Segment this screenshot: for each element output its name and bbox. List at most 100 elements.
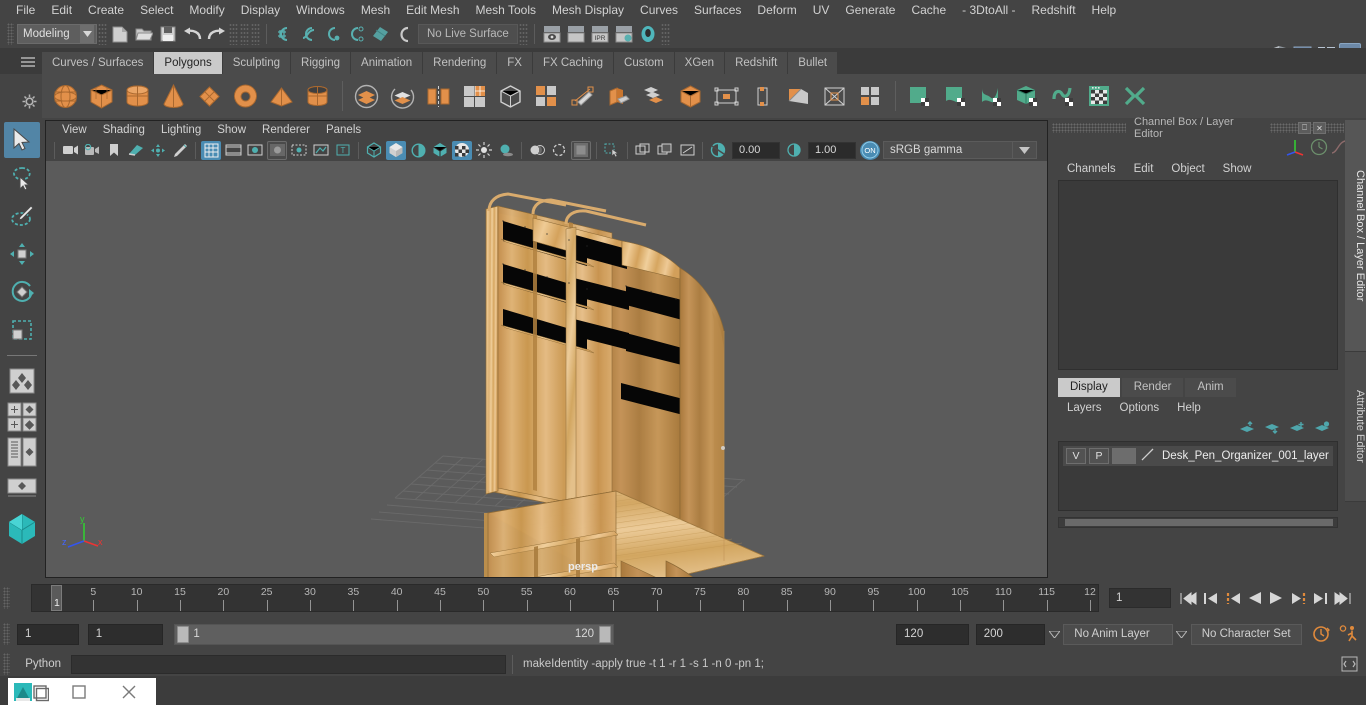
color-management-toggle-icon[interactable]: ON (860, 140, 880, 160)
grease-pencil-icon[interactable] (170, 141, 190, 160)
select-tool-button[interactable] (4, 122, 40, 158)
shelf-tab-polygons[interactable]: Polygons (154, 52, 223, 74)
wireframe-on-shaded-icon[interactable] (430, 141, 450, 160)
channel-box-menu-object[interactable]: Object (1162, 163, 1213, 175)
character-set-select[interactable]: No Character Set (1190, 623, 1303, 645)
step-forward-frame-button[interactable] (1311, 588, 1330, 608)
smooth-proxy-icon[interactable] (493, 78, 527, 114)
layer-visibility-toggle[interactable]: V (1066, 448, 1086, 464)
exposure-icon[interactable] (708, 141, 728, 160)
gamma-field[interactable]: 1.00 (808, 141, 856, 159)
layer-name-label[interactable]: Desk_Pen_Organizer_001_layer (1156, 450, 1329, 462)
shade-options-icon[interactable] (408, 141, 428, 160)
nurbs-cube-icon[interactable] (1010, 78, 1044, 114)
extrude-icon[interactable] (601, 78, 635, 114)
camera-attributes-icon[interactable] (82, 141, 102, 160)
layer-list-scrollbar[interactable] (1058, 517, 1338, 528)
shelf-tab-rendering[interactable]: Rendering (423, 52, 498, 74)
menu-deform[interactable]: Deform (749, 0, 804, 20)
panel-close-icon[interactable]: ✕ (1313, 122, 1326, 134)
render-sequence-icon[interactable] (565, 23, 587, 45)
poly-sphere-icon[interactable] (48, 78, 82, 114)
reduce-icon[interactable] (529, 78, 563, 114)
step-back-frame-button[interactable] (1201, 588, 1220, 608)
mirror-geometry-icon[interactable] (421, 78, 455, 114)
resolution-gate-icon[interactable] (245, 141, 265, 160)
menu-select[interactable]: Select (132, 0, 181, 20)
xray-icon[interactable] (311, 141, 331, 160)
viewport-menu-panels[interactable]: Panels (318, 121, 369, 139)
step-forward-key-button[interactable] (1289, 588, 1308, 608)
layer-menu-help[interactable]: Help (1168, 402, 1210, 414)
use-default-lighting-icon[interactable] (474, 141, 494, 160)
shelf-tab-sculpting[interactable]: Sculpting (222, 52, 292, 74)
auto-keyframe-toggle-icon[interactable] (1310, 624, 1332, 644)
snap-to-curve-icon[interactable] (297, 23, 319, 45)
live-surface-field[interactable]: No Live Surface (418, 24, 518, 44)
range-bar-right-handle[interactable] (599, 625, 612, 643)
poly-cylinder-icon[interactable] (120, 78, 154, 114)
character-set-chevron-down-icon[interactable] (1173, 630, 1191, 638)
shelf-tab-curves-surfaces[interactable]: Curves / Surfaces (42, 52, 155, 74)
outliner-persp-layout-button[interactable] (4, 435, 40, 469)
layer-tab-anim[interactable]: Anim (1185, 378, 1236, 397)
append-to-polygon-icon[interactable] (745, 78, 779, 114)
poly-cube-icon[interactable] (84, 78, 118, 114)
command-line-grip[interactable] (3, 653, 10, 675)
layer-row[interactable]: V P Desk_Pen_Organizer_001_layer (1063, 446, 1333, 466)
shelf-tab-xgen[interactable]: XGen (674, 52, 726, 74)
quick-layout-buttons[interactable] (4, 401, 40, 433)
film-gate-icon[interactable] (223, 141, 243, 160)
last-tool-used-button[interactable] (4, 363, 40, 399)
wireframe-shading-icon[interactable] (364, 141, 384, 160)
undo-icon[interactable] (181, 23, 203, 45)
play-backwards-button[interactable] (1245, 588, 1264, 608)
shelf-tab-redshift[interactable]: Redshift (725, 52, 789, 74)
snap-to-projected-center-icon[interactable] (345, 23, 367, 45)
shelf-tab-fx-caching[interactable]: FX Caching (532, 52, 615, 74)
smooth-shade-all-icon[interactable] (386, 140, 406, 160)
menu-3dtoall[interactable]: - 3DtoAll - (954, 0, 1023, 20)
channel-box-menu-edit[interactable]: Edit (1125, 163, 1163, 175)
sculpt-surface-icon[interactable] (938, 78, 972, 114)
menu-mesh[interactable]: Mesh (353, 0, 398, 20)
channel-box-menu-show[interactable]: Show (1214, 163, 1261, 175)
layer-tab-display[interactable]: Display (1058, 378, 1120, 397)
open-scene-icon[interactable] (133, 23, 155, 45)
panel-float-icon[interactable]: ⎕ (1298, 122, 1311, 134)
render-current-frame-icon[interactable] (541, 23, 563, 45)
command-language-label[interactable]: Python (13, 658, 71, 670)
poly-torus-icon[interactable] (228, 78, 262, 114)
rotate-tool-button[interactable] (4, 274, 40, 310)
uv-unfold-icon[interactable] (1118, 78, 1152, 114)
menu-curves[interactable]: Curves (632, 0, 686, 20)
shadows-icon[interactable] (496, 141, 516, 160)
maya-app-icon[interactable] (8, 678, 54, 705)
shelf-tab-rigging[interactable]: Rigging (291, 52, 352, 74)
grid-toggle-icon[interactable] (201, 140, 221, 160)
text-overlay-icon[interactable]: T (333, 141, 353, 160)
bookmark-icon[interactable] (104, 141, 124, 160)
create-layer-from-selection-icon[interactable] (1314, 421, 1330, 437)
layer-menu-layers[interactable]: Layers (1058, 402, 1111, 414)
animation-start-time-field[interactable]: 1 (16, 623, 79, 645)
new-scene-icon[interactable] (109, 23, 131, 45)
snap-to-point-icon[interactable] (321, 23, 343, 45)
sculpt-plane-icon[interactable] (902, 78, 936, 114)
viewport-menu-show[interactable]: Show (209, 121, 254, 139)
hypershade-icon[interactable] (637, 23, 659, 45)
panel-drag-dots-left[interactable] (1052, 123, 1126, 133)
menu-edit-mesh[interactable]: Edit Mesh (398, 0, 467, 20)
play-forwards-button[interactable] (1267, 588, 1286, 608)
make-live-icon[interactable] (393, 23, 415, 45)
color-management-chevron-down-icon[interactable] (1013, 141, 1037, 159)
shelf-tab-bullet[interactable]: Bullet (788, 52, 839, 74)
quadrangulate-icon[interactable] (853, 78, 887, 114)
texture-display-icon[interactable] (452, 140, 472, 160)
multisample-aa-icon[interactable] (571, 140, 591, 160)
viewport-menu-shading[interactable]: Shading (95, 121, 153, 139)
menu-create[interactable]: Create (80, 0, 132, 20)
menu-mesh-display[interactable]: Mesh Display (544, 0, 632, 20)
shelf-tab-fx[interactable]: FX (497, 52, 533, 74)
menu-set-selector[interactable]: Modeling (17, 24, 97, 44)
